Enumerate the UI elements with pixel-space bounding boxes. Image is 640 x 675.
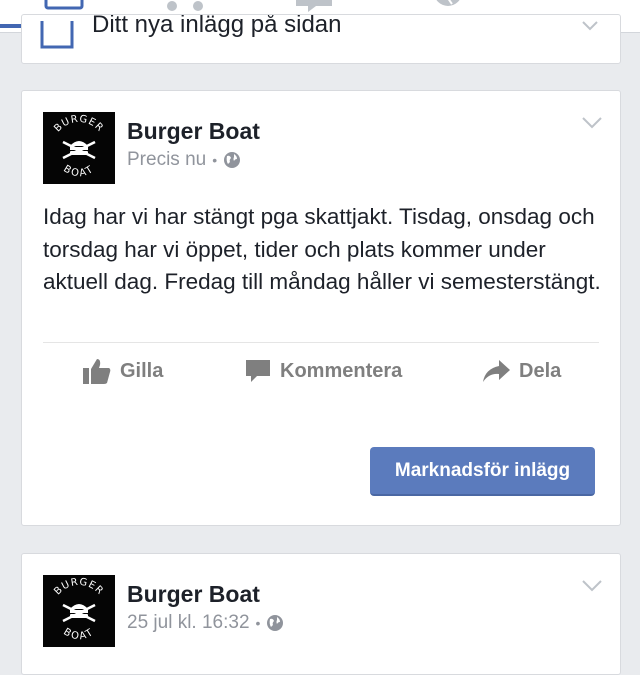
svg-text:BURGER: BURGER [52, 577, 105, 598]
burger-boat-logo: BURGER BOAT [52, 577, 105, 643]
post-timestamp[interactable]: 25 jul kl. 16:32 [127, 612, 250, 634]
burger-boat-logo: BURGER BOAT [52, 114, 105, 180]
like-label: Gilla [120, 359, 164, 382]
post-card: BURGER BOAT Burger Boat Precis nu • Idag… [21, 90, 621, 526]
avatar[interactable]: BURGER BOAT [43, 575, 115, 647]
like-button[interactable]: Gilla [82, 353, 163, 389]
share-button[interactable]: Dela [481, 353, 561, 389]
share-label: Dela [519, 359, 562, 382]
meta-separator: • [212, 152, 218, 168]
divider [43, 342, 599, 343]
tab-messages[interactable] [294, 0, 334, 12]
news-feed-icon [44, 0, 84, 10]
page-name[interactable]: Burger Boat [127, 118, 260, 145]
svg-text:BOAT: BOAT [61, 626, 96, 642]
tab-notifications[interactable] [428, 0, 468, 12]
svg-text:BURGER: BURGER [52, 114, 105, 135]
messages-icon [296, 0, 332, 12]
friends-icon [167, 1, 203, 11]
globe-icon[interactable] [266, 614, 284, 632]
comment-button[interactable]: Kommentera [244, 353, 402, 389]
thumbs-up-icon [83, 359, 111, 384]
globe-icon[interactable] [223, 151, 241, 169]
post-body: Idag har vi har stängt pga skattjakt. Ti… [43, 204, 601, 294]
chevron-down-icon[interactable] [582, 117, 602, 129]
post-card: BURGER BOAT Burger Boat 25 jul kl. 16:32… [21, 553, 621, 675]
post-meta: 25 jul kl. 16:32 • [127, 612, 284, 634]
chevron-down-icon[interactable] [582, 580, 602, 592]
composer-card[interactable]: Ditt nya inlägg på sidan [21, 14, 621, 64]
chevron-down-icon[interactable] [582, 21, 598, 31]
globe-tab-icon [436, 0, 460, 6]
svg-text:BOAT: BOAT [61, 163, 96, 179]
compose-icon [40, 21, 74, 49]
meta-separator: • [255, 615, 261, 631]
comment-label: Kommentera [280, 359, 403, 382]
comment-icon [246, 360, 270, 382]
post-timestamp[interactable]: Precis nu [127, 149, 206, 171]
avatar[interactable]: BURGER BOAT [43, 112, 115, 184]
tab-friends[interactable] [164, 0, 204, 12]
composer-placeholder[interactable]: Ditt nya inlägg på sidan [92, 15, 342, 39]
tab-news-feed[interactable] [44, 0, 84, 12]
share-arrow-icon [483, 360, 510, 382]
promote-post-button[interactable]: Marknadsför inlägg [370, 447, 595, 496]
post-meta: Precis nu • [127, 149, 241, 171]
page-name[interactable]: Burger Boat [127, 581, 260, 608]
